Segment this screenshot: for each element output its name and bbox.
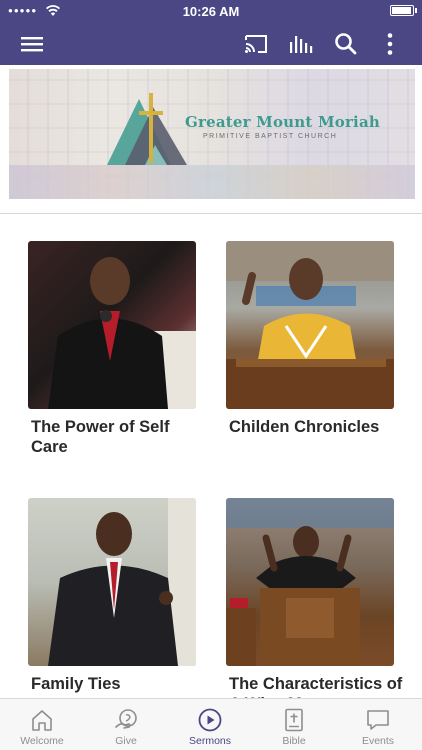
status-bar: ●●●●● 10:26 AM [0, 0, 422, 22]
church-name: Greater Mount Moriah [185, 113, 380, 131]
home-icon [32, 710, 52, 731]
tab-label: Give [115, 735, 137, 747]
tab-give[interactable]: Give [84, 699, 168, 750]
chat-bubble-icon [367, 710, 389, 730]
menu-icon[interactable] [20, 31, 46, 57]
bottom-tab-bar: Welcome Give Sermons Bible Events [0, 698, 422, 750]
sermon-card[interactable]: The Power of Self Care [28, 241, 196, 457]
tab-welcome[interactable]: Welcome [0, 699, 84, 750]
tab-bible[interactable]: Bible [252, 699, 336, 750]
sermon-thumbnail[interactable] [226, 498, 394, 666]
tab-events[interactable]: Events [336, 699, 420, 750]
audio-bars-icon[interactable] [288, 31, 314, 57]
preacher-image [48, 257, 196, 409]
banner-color-strip [9, 165, 415, 199]
sermon-card[interactable]: Family Ties [28, 498, 196, 694]
bible-icon [285, 708, 303, 732]
preacher-image [226, 498, 394, 666]
preacher-image [48, 498, 196, 666]
play-circle-icon [198, 708, 222, 732]
church-logo-icon [107, 93, 187, 165]
tab-sermons[interactable]: Sermons [168, 699, 252, 750]
search-icon[interactable] [333, 31, 359, 57]
sermon-thumbnail[interactable] [28, 241, 196, 409]
tab-label: Welcome [20, 735, 64, 747]
tab-label: Bible [282, 735, 306, 747]
sermon-thumbnail[interactable] [226, 241, 394, 409]
preacher-image [226, 241, 394, 409]
church-banner: Greater Mount Moriah PRIMITIVE BAPTIST C… [9, 69, 415, 199]
tab-label: Sermons [188, 735, 231, 747]
sermon-card[interactable]: The Characteristics of A Wise Man [226, 498, 402, 714]
tab-label: Events [361, 735, 395, 747]
give-icon [115, 709, 137, 729]
sermon-title: Childen Chronicles [229, 418, 380, 436]
battery-icon [390, 5, 414, 16]
divider [0, 213, 422, 214]
sermon-title: The Power of Self Care [31, 418, 170, 456]
more-vertical-icon[interactable] [377, 31, 403, 57]
top-nav-bar [0, 22, 422, 65]
church-subtitle: PRIMITIVE BAPTIST CHURCH [203, 133, 338, 140]
battery-tip [415, 8, 417, 13]
sermon-card[interactable]: Childen Chronicles [226, 241, 394, 437]
sermon-title: Family Ties [31, 675, 121, 693]
sermon-thumbnail[interactable] [28, 498, 196, 666]
status-time: 10:26 AM [182, 4, 240, 19]
cast-icon[interactable] [243, 31, 269, 57]
